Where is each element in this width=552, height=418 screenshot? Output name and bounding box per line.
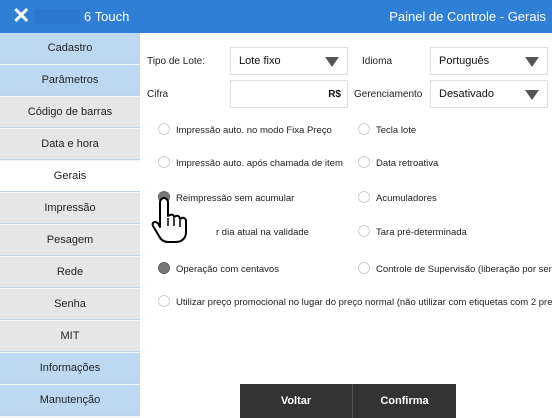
- sidebar-item-codigo-de-barras[interactable]: Código de barras: [0, 97, 140, 128]
- radio-operacao-centavos[interactable]: [158, 262, 170, 274]
- confirma-button[interactable]: Confirma: [352, 384, 456, 418]
- radio-impressao-chamada-item[interactable]: [158, 156, 170, 168]
- radio-acumuladores[interactable]: [358, 191, 370, 203]
- sidebar: Cadastro Parâmetros Código de barras Dat…: [0, 33, 140, 418]
- chevron-down-icon: [525, 57, 539, 67]
- radio-impressao-fixa-preco[interactable]: [158, 123, 170, 135]
- voltar-button[interactable]: Voltar: [240, 384, 352, 418]
- app-name: 6 Touch: [84, 9, 130, 24]
- tipo-lote-label: Tipo de Lote:: [147, 56, 206, 67]
- settings-panel: Tipo de Lote: Lote fixo Idioma Português…: [140, 33, 552, 418]
- close-icon[interactable]: ✕: [12, 4, 30, 28]
- gerenciamento-select[interactable]: Desativado: [430, 80, 548, 108]
- tipo-lote-value: Lote fixo: [239, 55, 281, 67]
- idioma-value: Português: [439, 55, 490, 67]
- sidebar-item-impressao[interactable]: Impressão: [0, 193, 140, 224]
- sidebar-item-pesagem[interactable]: Pesagem: [0, 225, 140, 256]
- sidebar-item-senha[interactable]: Senha: [0, 289, 140, 320]
- sidebar-item-parametros[interactable]: Parâmetros: [0, 65, 140, 96]
- gerenciamento-label: Gerenciamento: [354, 89, 423, 100]
- idioma-select[interactable]: Português: [430, 47, 548, 75]
- radio-controle-supervisao[interactable]: [358, 262, 370, 274]
- sidebar-item-cadastro[interactable]: Cadastro: [0, 33, 140, 64]
- cifra-label: Cifra: [147, 89, 169, 100]
- idioma-label: Idioma: [362, 56, 393, 67]
- tipo-lote-select[interactable]: Lote fixo: [230, 47, 348, 75]
- cifra-value: R$: [328, 89, 341, 100]
- app-logo-redacted: [34, 9, 80, 24]
- chevron-down-icon: [325, 57, 339, 67]
- sidebar-item-data-e-hora[interactable]: Data e hora: [0, 129, 140, 160]
- gerenciamento-value: Desativado: [439, 88, 495, 100]
- chevron-down-icon: [525, 90, 539, 100]
- sidebar-item-gerais[interactable]: Gerais: [0, 161, 140, 192]
- radio-tara-pre-determinada[interactable]: [358, 225, 370, 237]
- radio-preco-promocional[interactable]: [158, 295, 170, 307]
- radio-data-retroativa[interactable]: [358, 156, 370, 168]
- cifra-input[interactable]: R$: [230, 80, 348, 108]
- sidebar-item-rede[interactable]: Rede: [0, 257, 140, 288]
- hand-pointer-icon: [151, 197, 187, 243]
- title-bar: ✕ 6 Touch Painel de Controle - Gerais: [0, 0, 552, 33]
- radio-tecla-lote[interactable]: [358, 123, 370, 135]
- panel-title: Painel de Controle - Gerais: [389, 9, 546, 24]
- sidebar-item-informacoes[interactable]: Informações: [0, 353, 140, 384]
- sidebar-item-mit[interactable]: MIT: [0, 321, 140, 352]
- sidebar-item-manutencao[interactable]: Manutenção: [0, 385, 140, 416]
